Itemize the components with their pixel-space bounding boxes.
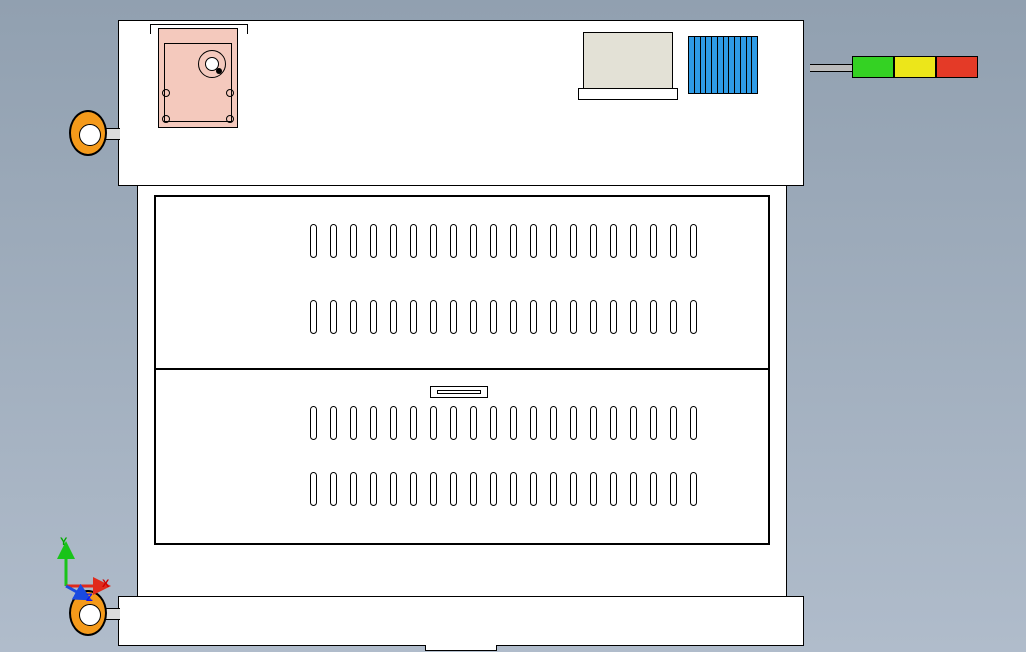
signal-segment-green (852, 56, 894, 78)
machine-bottom-cap (118, 596, 804, 646)
axis-label-z: Z (86, 592, 93, 604)
door-latch (430, 386, 488, 398)
control-box-base (578, 88, 678, 100)
vent-row (310, 406, 697, 440)
signal-tower-stem (810, 64, 852, 72)
vent-row (310, 224, 697, 258)
gearbox-knob (198, 50, 226, 78)
bottom-center-tab (425, 645, 497, 651)
axis-label-x: X (102, 578, 109, 590)
pink-gearbox (158, 28, 238, 128)
heatsink (688, 36, 758, 94)
vent-row (310, 300, 697, 334)
panel-divider (154, 368, 770, 370)
view-triad[interactable]: Y X Z (44, 540, 114, 610)
vent-row (310, 472, 697, 506)
signal-segment-yellow (894, 56, 936, 78)
cad-viewport[interactable]: Y X Z (0, 0, 1026, 652)
signal-segment-red (936, 56, 978, 78)
control-box (583, 32, 673, 94)
signal-tower (852, 56, 978, 78)
upper-handwheel-icon (69, 110, 107, 156)
axis-label-y: Y (60, 536, 67, 548)
